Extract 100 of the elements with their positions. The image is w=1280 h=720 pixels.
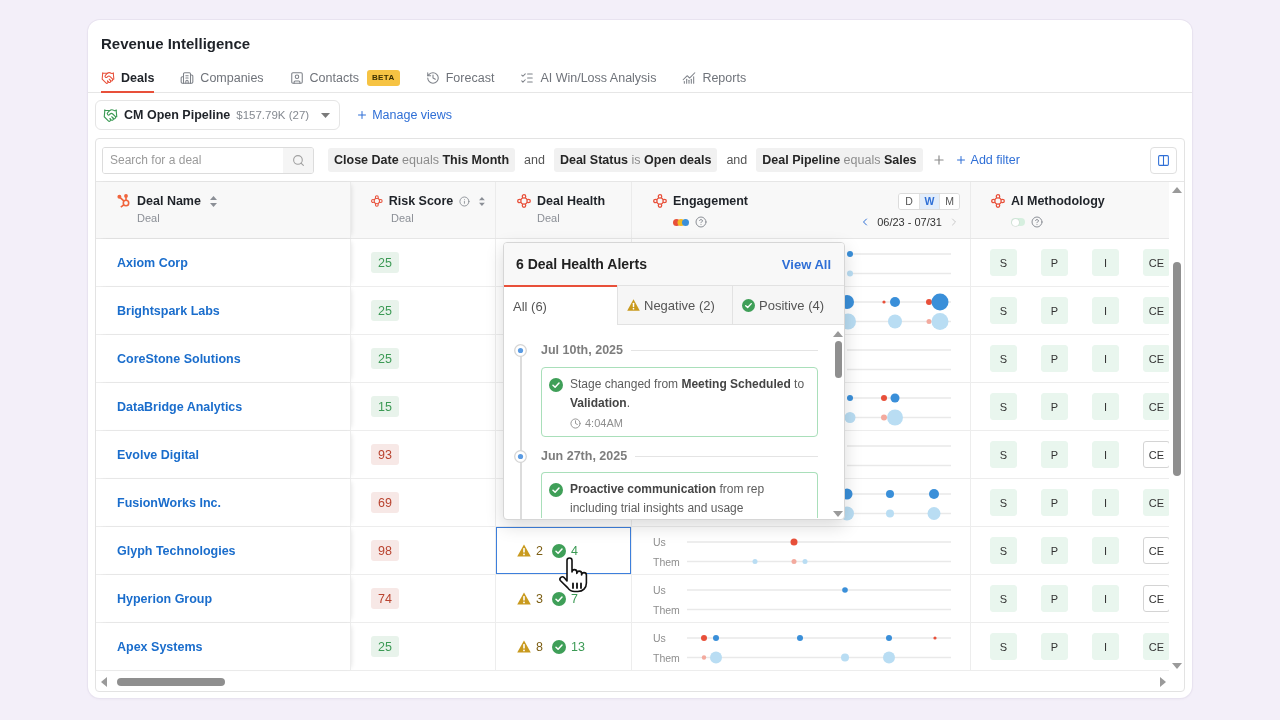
warning-count: 3 [536, 591, 543, 606]
methodology-chip: P [1041, 489, 1068, 516]
scroll-down-icon[interactable] [1171, 663, 1182, 669]
filter-chip[interactable]: Deal Pipeline equals Sales [756, 148, 923, 172]
handshake-icon [101, 71, 115, 85]
deal-name-link[interactable]: CoreStone Solutions [117, 351, 241, 366]
methodology-chip: I [1092, 441, 1119, 468]
view-all-link[interactable]: View All [781, 256, 831, 272]
filter-joiner: and [524, 153, 545, 167]
methodology-chip: P [1041, 441, 1068, 468]
methodology-chip: P [1041, 393, 1068, 420]
methodology-chip: P [1041, 633, 1068, 660]
engagement-dot [701, 635, 707, 641]
methodology-chip: S [990, 297, 1017, 324]
deal-name-link[interactable]: FusionWorks Inc. [117, 495, 221, 510]
methodology-chip: S [990, 585, 1017, 612]
deal-name-link[interactable]: Apex Systems [117, 639, 203, 654]
series-label: Us [653, 535, 667, 549]
beta-badge: BETA [366, 70, 400, 86]
methodology-chip: P [1041, 537, 1068, 564]
popup-title: 6 Deal Health Alerts [516, 256, 647, 272]
engagement-dot [790, 538, 798, 546]
scroll-up-icon[interactable] [833, 331, 843, 337]
clock-icon [570, 417, 581, 429]
column-subtitle: Deal [137, 212, 160, 225]
methodology-chip: P [1041, 297, 1068, 324]
nav-tab[interactable]: Forecast [425, 65, 495, 93]
help-icon[interactable] [695, 216, 707, 228]
engagement-dot [797, 635, 803, 641]
deal-name-link[interactable]: Evolve Digital [117, 447, 199, 462]
handshake-icon [103, 107, 118, 123]
deal-name-link[interactable]: Axiom Corp [117, 255, 188, 270]
methodology-chip: I [1092, 585, 1119, 612]
warning-icon [517, 592, 531, 605]
sort-icon[interactable] [209, 195, 217, 207]
engagement-dot [883, 651, 895, 664]
methodology-chip: S [990, 345, 1017, 372]
granularity-tab[interactable]: M [939, 193, 959, 209]
filter-chip[interactable]: Deal Status is Open deals [553, 148, 718, 172]
scrollbar-thumb[interactable] [117, 677, 225, 686]
connected-nodes-icon [991, 194, 1005, 208]
add-filter-link[interactable]: Add filter [954, 153, 1020, 167]
deal-health-cell[interactable]: 2 4 [496, 527, 632, 574]
help-icon[interactable] [1031, 216, 1043, 228]
nav-tab[interactable]: Deals [101, 65, 155, 93]
engagement-dot [929, 489, 939, 499]
positive-count: 7 [570, 591, 578, 606]
methodology-chip: I [1092, 633, 1119, 660]
deal-name-link[interactable]: DataBridge Analytics [117, 399, 243, 414]
popup-tab[interactable]: Negative (2) [617, 285, 732, 325]
methodology-chip: I [1092, 249, 1119, 276]
connected-nodes-icon [517, 194, 531, 208]
popup-tab[interactable]: Positive (4) [732, 285, 844, 325]
check-circle-icon [549, 482, 563, 497]
methodology-chip: S [990, 537, 1017, 564]
scrollbar-thumb[interactable] [834, 341, 842, 378]
check-circle-icon [551, 591, 566, 606]
column-title: Deal Name [137, 194, 201, 208]
sort-icon[interactable] [479, 195, 485, 207]
methodology-chip: I [1092, 345, 1119, 372]
deal-name-link[interactable]: Glyph Technologies [117, 543, 236, 558]
scroll-left-icon[interactable] [101, 676, 107, 687]
nav-tab[interactable]: Companies [180, 65, 264, 93]
methodology-chip: S [990, 489, 1017, 516]
warning-icon [517, 544, 531, 557]
scroll-up-icon[interactable] [1171, 187, 1182, 193]
engagement-dot [701, 655, 707, 660]
deal-name-link[interactable]: Hyperion Group [117, 591, 213, 606]
warning-icon [627, 298, 640, 312]
methodology-chip: CE [1143, 441, 1170, 468]
deal-name-link[interactable]: Brightspark Labs [117, 303, 220, 318]
granularity-tab[interactable]: W [919, 193, 939, 209]
search-field[interactable]: Search for a deal [102, 146, 314, 174]
toggle-switch[interactable] [1011, 218, 1025, 226]
engagement-dot [841, 653, 849, 662]
scroll-down-icon[interactable] [833, 511, 843, 517]
nav-tab[interactable]: Contacts BETA [289, 65, 400, 93]
plus-icon [356, 109, 369, 121]
engagement-dot [847, 251, 853, 257]
view-dropdown[interactable]: CM Open Pipeline $157.79K (27) [95, 100, 341, 130]
granularity-tab[interactable]: D [899, 193, 919, 209]
risk-score-badge: 74 [371, 588, 399, 609]
search-icon[interactable] [291, 153, 305, 167]
plus-icon[interactable] [931, 153, 946, 167]
engagement-dot [847, 395, 853, 401]
methodology-chip: CE [1143, 345, 1170, 372]
popup-tab[interactable]: All (6) [504, 285, 617, 325]
info-icon[interactable] [459, 194, 471, 208]
nav-tab[interactable]: AI Win/Loss Analysis [520, 65, 657, 93]
manage-views-link[interactable]: Manage views [356, 108, 453, 122]
risk-score-badge: 25 [371, 348, 399, 369]
alert-text: Stage changed from Meeting Scheduled to Validation. [570, 376, 806, 412]
nav-tab[interactable]: Reports [682, 65, 747, 93]
scrollbar-thumb[interactable] [1172, 262, 1181, 476]
column-settings-button[interactable] [1150, 146, 1177, 174]
alert-time: 4:04AM [585, 417, 623, 429]
engagement-dot [791, 559, 797, 564]
filter-chip[interactable]: Close Date equals This Month [328, 148, 516, 172]
scroll-right-icon[interactable] [1160, 676, 1166, 687]
risk-score-badge: 93 [371, 444, 399, 465]
